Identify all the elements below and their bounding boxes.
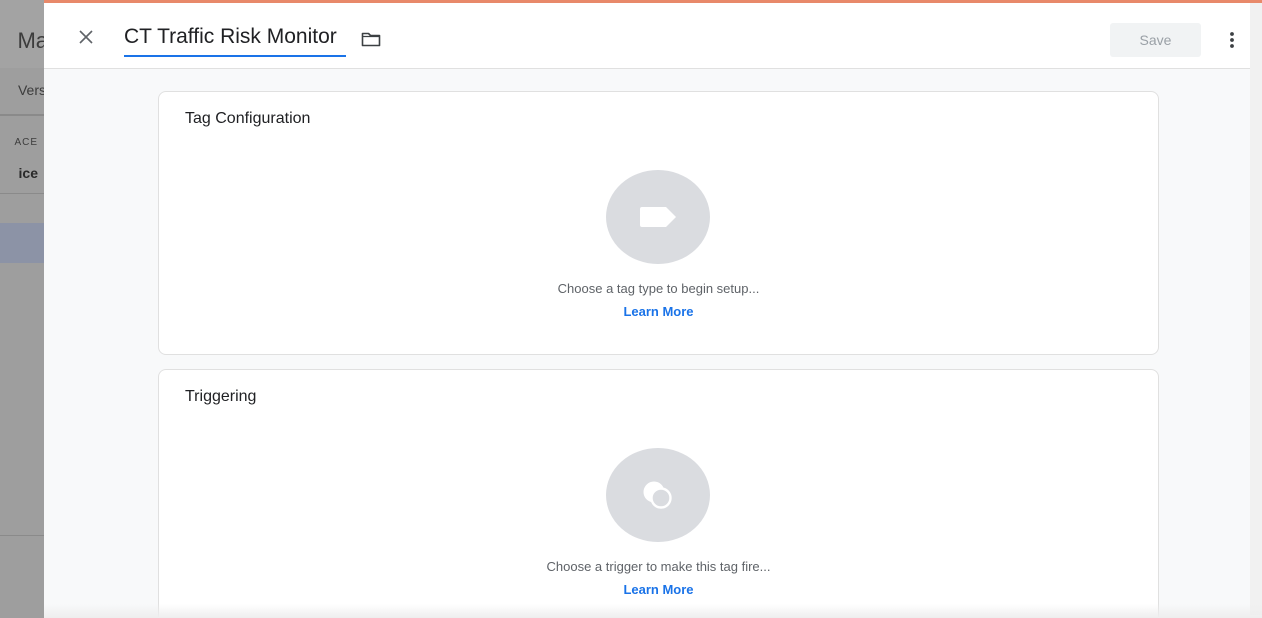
- more-vert-icon: [1230, 32, 1234, 48]
- folder-button[interactable]: [358, 27, 384, 51]
- more-options-button[interactable]: [1220, 25, 1244, 55]
- tag-configuration-title: Tag Configuration: [185, 110, 311, 127]
- background-app-title: Ma: [17, 28, 44, 53]
- tag-name-input[interactable]: [124, 21, 344, 53]
- panel-header: Save: [44, 3, 1250, 69]
- triggering-title: Triggering: [185, 388, 257, 405]
- save-button[interactable]: Save: [1110, 23, 1201, 57]
- triggering-learn-more-link[interactable]: Learn More: [159, 582, 1158, 597]
- background-divider: [0, 193, 44, 194]
- trigger-icon: [643, 481, 672, 509]
- trigger-selector[interactable]: [606, 448, 710, 542]
- background-divider: [0, 535, 44, 536]
- triggering-card[interactable]: Triggering Choose a trigger to make this…: [158, 369, 1159, 618]
- background-selected-nav-item: [0, 223, 44, 263]
- close-icon: [79, 30, 93, 44]
- background-versions-tab: Vers: [17, 82, 44, 98]
- tag-type-selector[interactable]: [606, 170, 710, 264]
- background-workspace-value: ice: [18, 165, 38, 181]
- folder-icon: [361, 32, 381, 47]
- tag-icon: [640, 207, 676, 227]
- bottom-shadow: [44, 604, 1262, 618]
- close-button[interactable]: [72, 23, 100, 51]
- tag-editor-panel: Save Tag Configuration Choose a tag type…: [44, 0, 1262, 618]
- tag-configuration-description: Choose a tag type to begin setup...: [557, 281, 760, 296]
- tag-configuration-learn-more-link[interactable]: Learn More: [159, 304, 1158, 319]
- background-workspace-label: ACE: [14, 137, 38, 148]
- triggering-description: Choose a trigger to make this tag fire..…: [546, 559, 771, 574]
- background-divider: [0, 114, 44, 116]
- tag-configuration-card[interactable]: Tag Configuration Choose a tag type to b…: [158, 91, 1159, 355]
- panel-scrollbar[interactable]: [1250, 3, 1262, 615]
- background-app-overlay: Ma Vers ACE ice: [0, 0, 44, 618]
- tag-name-field: [124, 21, 346, 57]
